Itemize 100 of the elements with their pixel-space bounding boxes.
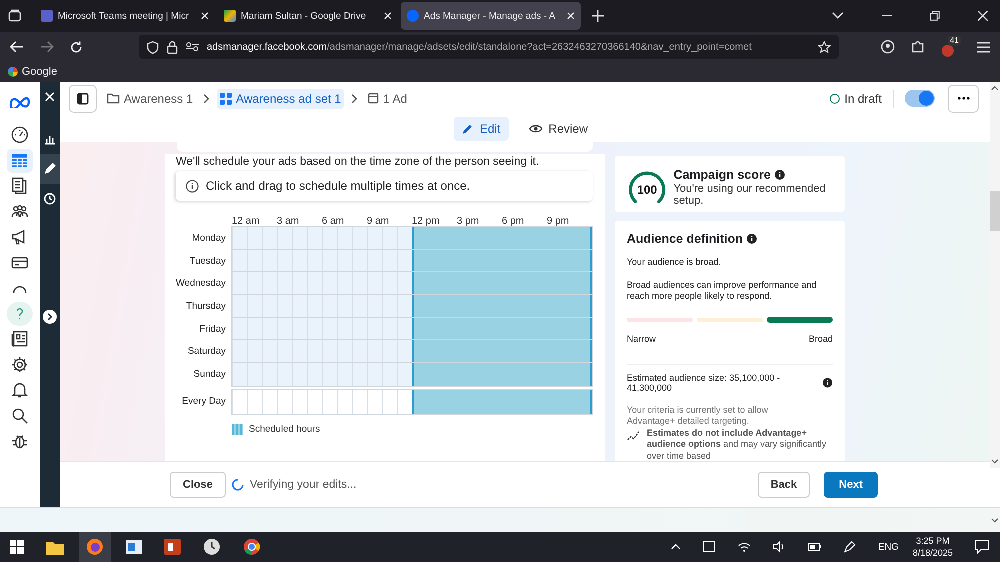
restore-icon[interactable] xyxy=(930,11,940,21)
hour-cell[interactable] xyxy=(412,227,427,250)
day-label: Wednesday xyxy=(176,278,227,290)
battery-icon[interactable] xyxy=(808,543,822,551)
legend-swatch xyxy=(232,424,243,435)
presentation-app-icon[interactable] xyxy=(164,539,181,555)
hour-cell[interactable] xyxy=(577,318,592,340)
info-icon[interactable] xyxy=(823,378,833,388)
reload-icon[interactable] xyxy=(70,40,83,54)
audience-description: Broad audiences can improve performance and reach more people likely to respond. xyxy=(627,280,818,302)
browser-tab[interactable]: Ads Manager - Manage ads - A xyxy=(401,2,581,30)
hour-cell[interactable] xyxy=(577,227,592,250)
close-tab-icon[interactable] xyxy=(201,12,209,20)
close-button[interactable]: Close xyxy=(170,472,226,498)
mode-tab[interactable]: Edit xyxy=(454,116,509,140)
next-button[interactable]: Next xyxy=(824,472,878,498)
hour-cell[interactable] xyxy=(412,340,427,364)
folder-icon[interactable] xyxy=(107,93,120,104)
browser-tab[interactable]: Mariam Sultan - Google Drive xyxy=(218,2,398,30)
hour-cell[interactable] xyxy=(412,318,427,340)
mode-tab[interactable]: Review xyxy=(520,116,596,140)
chevron-right-icon[interactable] xyxy=(43,310,57,324)
speaker-icon[interactable] xyxy=(773,541,786,553)
pencil-icon[interactable] xyxy=(40,154,60,184)
breadcrumb-item[interactable]: Awareness ad set 1 xyxy=(217,88,344,108)
hour-cell[interactable] xyxy=(577,295,592,318)
estimate-note: Estimates do not include Advantage+ audience options and may vary significantly over time based xyxy=(647,428,828,461)
info-icon[interactable] xyxy=(774,170,785,180)
scroll-down-icon[interactable] xyxy=(991,518,999,522)
back-arrow-icon[interactable] xyxy=(10,41,24,53)
clock-app-icon[interactable] xyxy=(203,538,221,556)
hour-label: 12 pm xyxy=(412,216,441,227)
scroll-down-icon[interactable] xyxy=(991,459,999,464)
new-tab-icon[interactable] xyxy=(592,10,604,22)
bookmark-link[interactable]: Google xyxy=(8,66,58,78)
window-icon[interactable] xyxy=(368,93,380,104)
eye-icon[interactable] xyxy=(528,124,543,134)
hour-cell[interactable] xyxy=(577,340,592,364)
pencil-icon[interactable] xyxy=(462,122,474,134)
firefox-app-icon[interactable] xyxy=(79,532,111,562)
audience-summary: Your audience is broad. xyxy=(627,257,722,268)
hour-cell[interactable] xyxy=(577,250,592,272)
hour-cell[interactable] xyxy=(412,363,427,386)
hour-cell[interactable] xyxy=(412,250,427,272)
close-tab-icon[interactable] xyxy=(384,12,392,20)
info-icon[interactable] xyxy=(746,234,757,244)
chevron-up-icon[interactable] xyxy=(671,544,682,550)
wifi-icon[interactable] xyxy=(738,541,752,553)
hour-cell[interactable] xyxy=(412,295,427,318)
close-tab-icon[interactable] xyxy=(567,12,575,20)
trend-icon xyxy=(627,430,641,442)
verifying-status: Verifying your edits... xyxy=(250,478,357,490)
hour-cell[interactable] xyxy=(577,390,592,414)
window-app-icon[interactable] xyxy=(126,540,142,554)
table-icon[interactable] xyxy=(7,148,33,173)
audience-title: Audience definition xyxy=(627,232,743,246)
hint-text: Click and drag to schedule multiple times at once. xyxy=(206,179,470,193)
chevron-right-icon xyxy=(203,94,210,104)
day-label: Sunday xyxy=(192,368,227,380)
account-icon[interactable] xyxy=(881,40,895,54)
back-button[interactable]: Back xyxy=(758,472,810,498)
day-label: Tuesday xyxy=(188,256,227,267)
breadcrumb-item[interactable]: Awareness 1 xyxy=(104,88,196,108)
tray-app-icon[interactable] xyxy=(703,541,716,553)
day-label: Saturday xyxy=(186,346,227,358)
scrollbar-thumb[interactable] xyxy=(990,191,1000,231)
pen-icon[interactable] xyxy=(844,541,856,553)
more-icon[interactable] xyxy=(958,97,970,100)
tab-overview-icon[interactable] xyxy=(8,9,22,23)
notification-icon[interactable] xyxy=(975,540,990,554)
windows-start-icon[interactable] xyxy=(10,540,24,554)
hour-cell[interactable] xyxy=(577,272,592,296)
menu-icon[interactable] xyxy=(977,42,990,52)
minimize-icon[interactable] xyxy=(882,15,892,17)
address-bar[interactable]: adsmanager.facebook.com/adsmanager/manage/adsets/edit/standalone?act=2632463270366140&nav_entry_point=comet xyxy=(139,35,839,59)
hour-label: 12 am xyxy=(232,216,261,227)
toggle-switch[interactable] xyxy=(905,90,935,107)
close-icon[interactable] xyxy=(978,11,988,21)
hour-cell[interactable] xyxy=(412,272,427,296)
breadcrumb-item[interactable]: 1 Ad xyxy=(365,88,410,108)
infinity-logo-icon[interactable] xyxy=(9,96,31,108)
puzzle-icon[interactable] xyxy=(911,40,925,54)
extension-button[interactable]: 41 xyxy=(941,36,961,58)
criteria-text: Your criteria is currently set to allow Advantage+ detailed targeting. xyxy=(627,404,770,428)
hour-label: 3 pm xyxy=(457,216,480,227)
hour-cell[interactable] xyxy=(412,390,427,414)
draft-status: In draft xyxy=(830,92,882,106)
day-label: Friday xyxy=(198,324,227,335)
sidebar-icon[interactable] xyxy=(77,92,89,104)
folder-icon[interactable] xyxy=(46,540,64,554)
clock-time: 3:25 PM xyxy=(916,535,950,547)
scroll-up-icon[interactable] xyxy=(991,86,999,91)
forward-arrow-icon[interactable] xyxy=(40,41,54,53)
sidebar-toggle-button[interactable] xyxy=(69,84,97,112)
browser-tab[interactable]: Microsoft Teams meeting | Micr xyxy=(35,2,215,30)
browser-app-icon[interactable] xyxy=(243,538,261,556)
chevron-down-icon[interactable] xyxy=(832,12,844,20)
grid-icon[interactable] xyxy=(220,92,232,104)
hour-cell[interactable] xyxy=(577,363,592,386)
chevron-right-icon xyxy=(351,94,358,104)
